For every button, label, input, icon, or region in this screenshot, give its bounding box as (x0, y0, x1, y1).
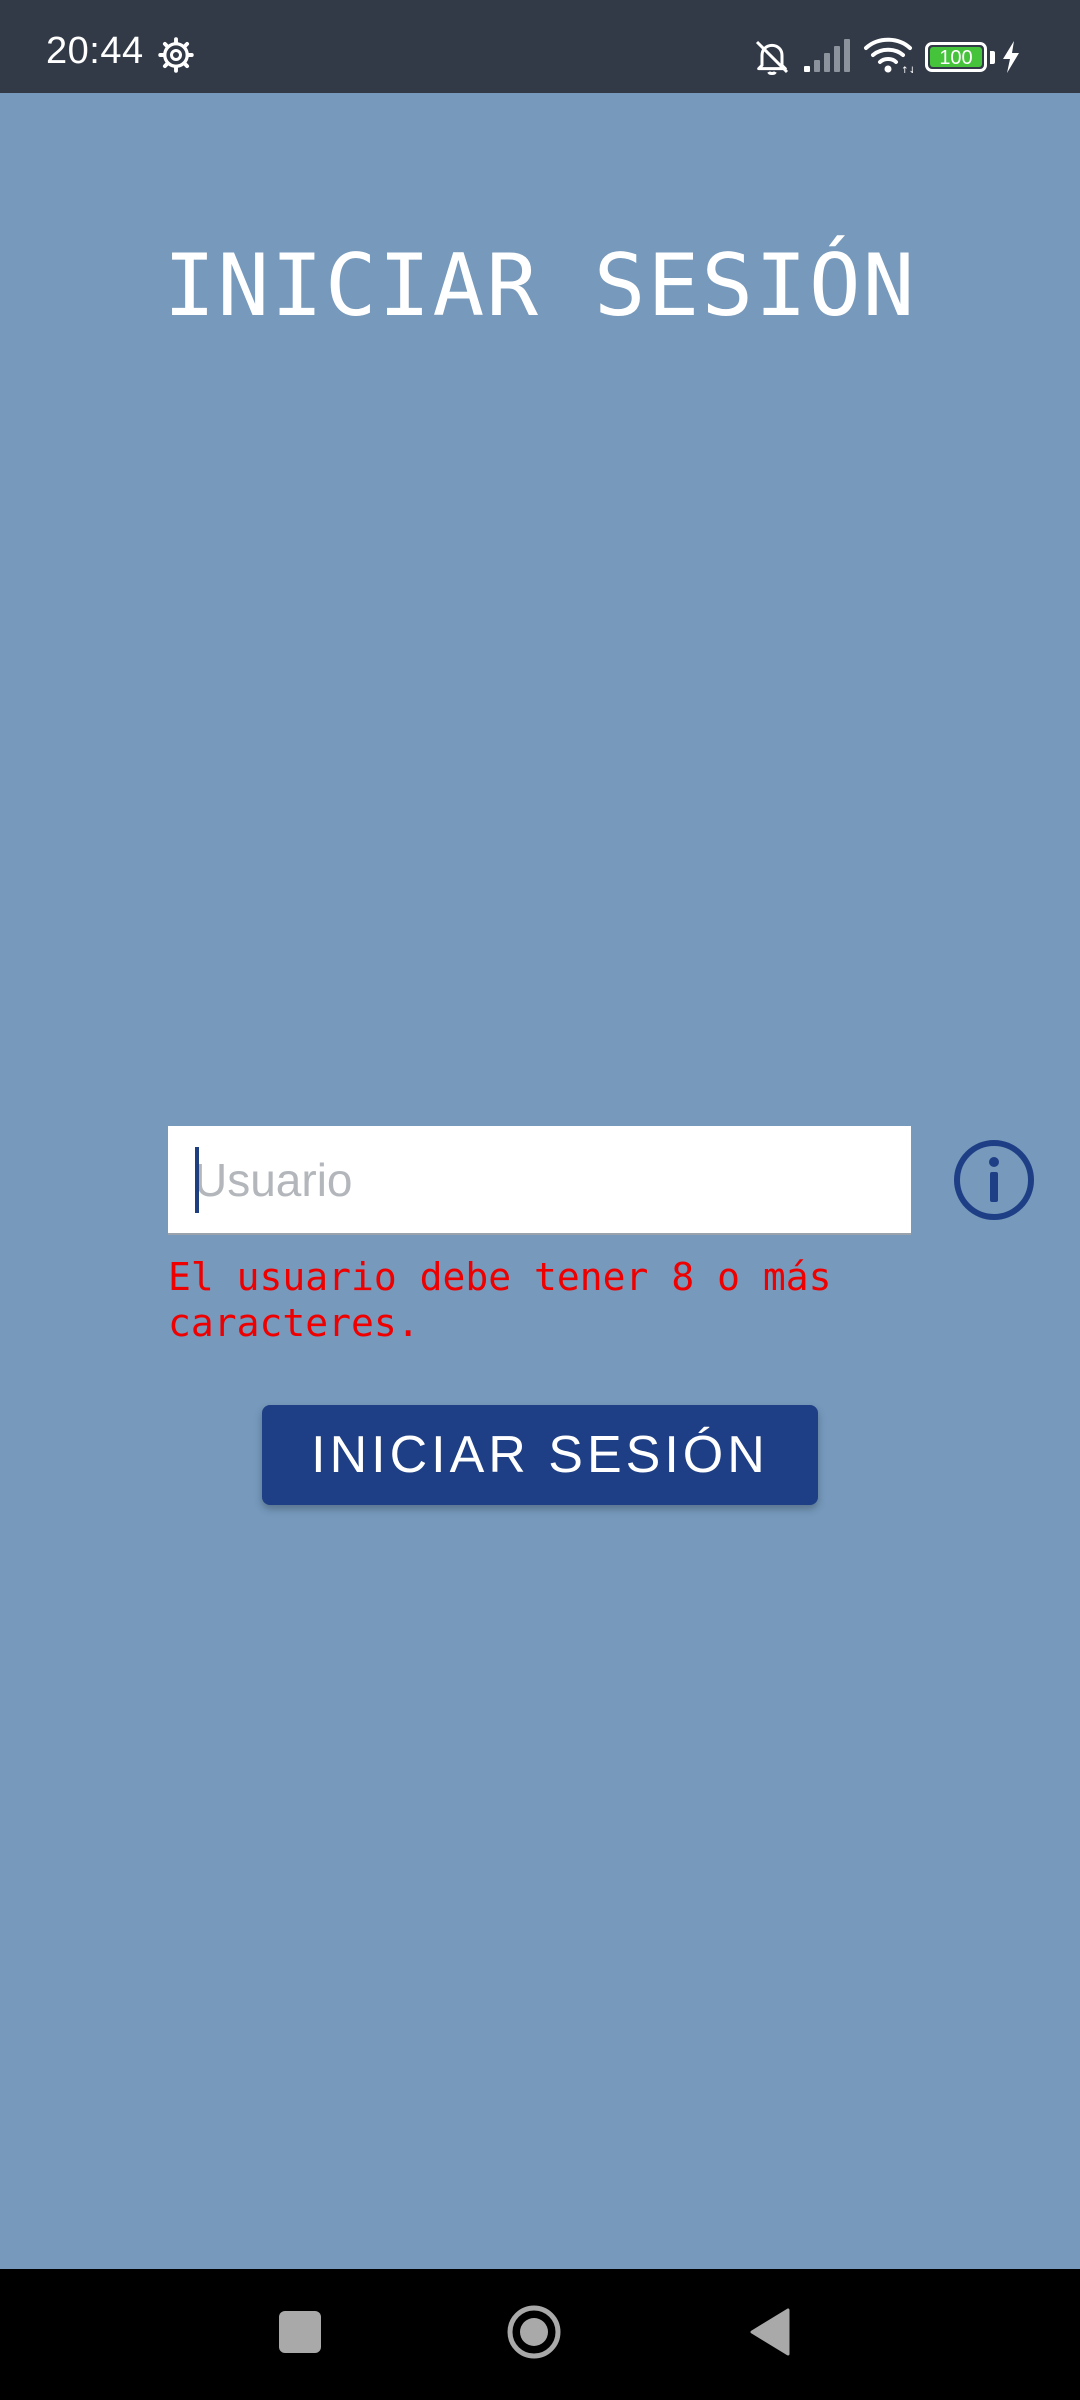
battery-level: 100 (930, 47, 982, 69)
battery-tip (990, 51, 995, 64)
charging-bolt-icon (1003, 41, 1019, 73)
recents-square-icon[interactable] (279, 2311, 321, 2353)
login-button[interactable]: INICIAR SESIÓN (262, 1405, 818, 1505)
status-time: 20:44 (46, 30, 144, 72)
bell-off-icon (755, 40, 789, 75)
username-field[interactable] (168, 1126, 911, 1235)
text-caret (195, 1147, 199, 1213)
status-bar: 20:44 ↑↓ 100 (0, 0, 1080, 93)
navigation-bar (0, 2269, 1080, 2400)
username-error-message: El usuario debe tener 8 o más caracteres… (168, 1255, 832, 1345)
home-circle-icon[interactable] (506, 2304, 562, 2360)
battery-icon: 100 (925, 42, 987, 72)
username-input[interactable] (194, 1126, 894, 1233)
svg-text:↑↓: ↑↓ (901, 66, 913, 75)
back-triangle-icon[interactable] (748, 2307, 792, 2357)
wifi-icon: ↑↓ (864, 37, 913, 75)
info-circle-icon[interactable] (952, 1138, 1036, 1222)
signal-icon (804, 39, 850, 72)
settings-gear-icon (158, 37, 194, 73)
page-title: INICIAR SESIÓN (163, 236, 917, 336)
